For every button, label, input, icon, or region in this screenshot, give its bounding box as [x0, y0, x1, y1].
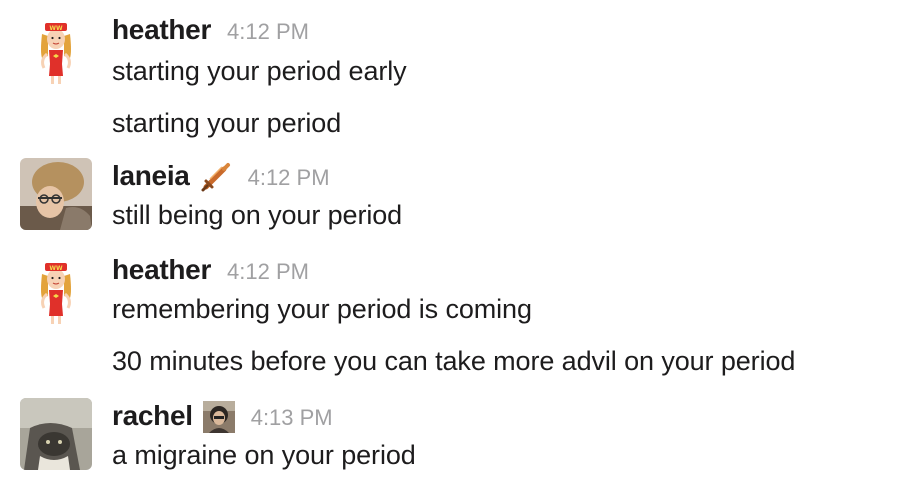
svg-text:WW: WW [49, 265, 63, 272]
heather-avatar[interactable]: WW [20, 252, 92, 324]
wonder-woman-avatar-icon: WW [20, 12, 92, 84]
timestamp[interactable]: 4:12 PM [248, 165, 330, 191]
message-header: heather 4:12 PM [112, 254, 309, 288]
user-photo-icon [20, 158, 92, 230]
message-text: still being on your period [112, 200, 403, 230]
username[interactable]: heather [112, 14, 211, 46]
timestamp[interactable]: 4:12 PM [227, 259, 309, 285]
message-header: laneia 4:12 PM [112, 160, 330, 194]
timestamp[interactable]: 4:13 PM [251, 405, 333, 431]
rachel-avatar[interactable] [20, 398, 92, 470]
user-photo-icon [20, 398, 92, 470]
username[interactable]: laneia [112, 160, 190, 192]
message-text: 30 minutes before you can take more advi… [112, 346, 796, 376]
username[interactable]: rachel [112, 400, 193, 432]
timestamp[interactable]: 4:12 PM [227, 19, 309, 45]
wonder-woman-avatar-icon: WW [20, 252, 92, 324]
message-header: rachel 4:13 PM [112, 400, 333, 434]
message-text: starting your period [112, 108, 342, 138]
username[interactable]: heather [112, 254, 211, 286]
sword-emoji-icon [200, 161, 232, 193]
message-text: a migraine on your period [112, 440, 416, 470]
message-text: remembering your period is coming [112, 294, 532, 324]
laneia-avatar[interactable] [20, 158, 92, 230]
svg-text:WW: WW [49, 25, 63, 32]
message-text: starting your period early [112, 56, 407, 86]
heather-avatar[interactable]: WW [20, 12, 92, 84]
message-header: heather 4:12 PM [112, 14, 309, 48]
profile-photo-emoji-icon [202, 401, 235, 433]
